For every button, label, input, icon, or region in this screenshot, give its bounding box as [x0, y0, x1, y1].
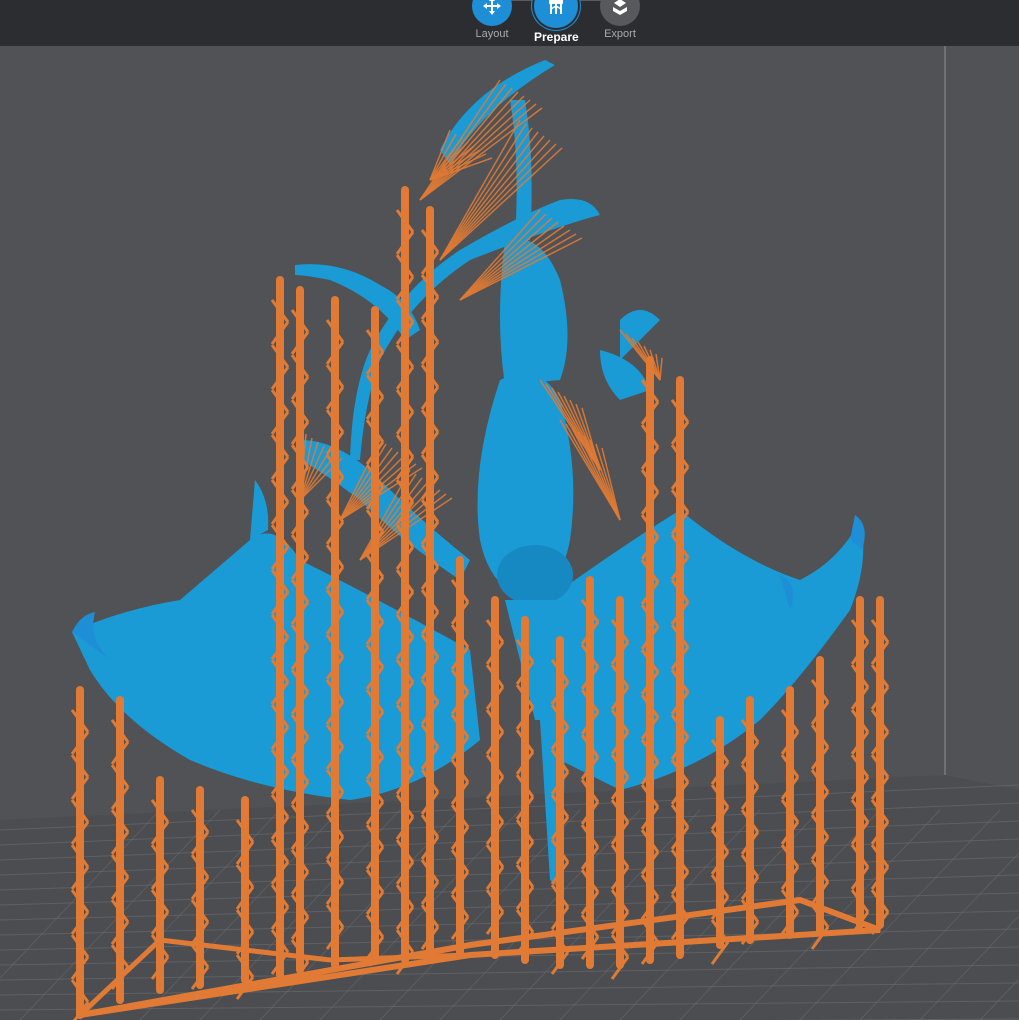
dragon-model[interactable] — [72, 60, 865, 890]
stage-label-layout: Layout — [475, 28, 509, 40]
support-tip — [659, 357, 663, 381]
stage-label-export: Export — [604, 28, 636, 40]
stage-prepare[interactable]: Prepare — [534, 0, 579, 44]
export-tray-icon — [600, 0, 640, 26]
stage-layout[interactable]: Layout — [472, 0, 512, 40]
stage-export[interactable]: Export — [600, 0, 640, 40]
stage-label-prepare: Prepare — [534, 30, 579, 44]
move-arrows-icon — [472, 0, 512, 26]
supports-icon — [534, 0, 579, 28]
stage-connector — [508, 0, 536, 1]
stage-navigation: Layout Prepare Export — [472, 0, 642, 46]
build-scene[interactable] — [0, 46, 1019, 1020]
top-toolbar: Layout Prepare Export — [0, 0, 1019, 46]
3d-viewport[interactable] — [0, 46, 1019, 1020]
